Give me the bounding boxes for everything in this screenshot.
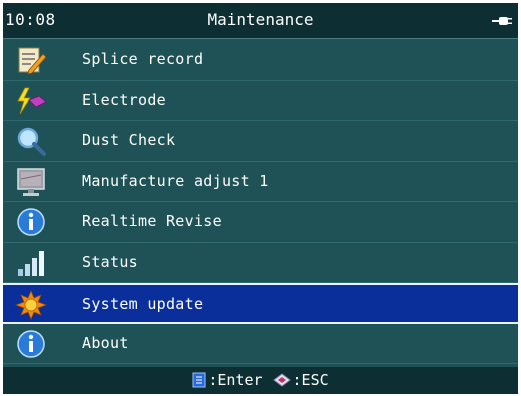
menu-item-label: Splice record: [82, 50, 204, 68]
enter-hint: :Enter: [208, 371, 263, 389]
page-title: Maintenance: [207, 10, 314, 29]
esc-key-icon: [272, 373, 291, 387]
gear-sun-icon: [15, 290, 47, 320]
info-icon: [17, 208, 45, 236]
menu-item-about[interactable]: About: [3, 323, 518, 364]
menu-item-electrode[interactable]: Electrode: [3, 80, 518, 121]
device-screen: 10:08 Maintenance Splice record Electrod…: [3, 3, 518, 394]
menu-item-dust-check[interactable]: Dust Check: [3, 121, 518, 162]
menu-item-label: Dust Check: [82, 131, 176, 149]
menu-item-label: About: [82, 333, 129, 352]
menu-item-status[interactable]: Status: [3, 242, 518, 283]
signal-bars-icon: [18, 250, 44, 276]
menu-item-manufacture-adjust[interactable]: Manufacture adjust 1: [3, 161, 518, 202]
enter-key-icon: [192, 372, 206, 388]
plug-icon: [492, 17, 512, 25]
status-bar: 10:08 Maintenance: [3, 3, 518, 39]
magnifier-icon: [17, 127, 46, 156]
menu-item-label: Realtime Revise: [82, 212, 222, 230]
esc-hint: :ESC: [292, 371, 329, 389]
key-hint-bar: :Enter :ESC: [3, 367, 518, 394]
lightning-electrode-icon: [17, 87, 47, 114]
menu-item-label: Electrode: [82, 90, 166, 109]
menu-item-label: Manufacture adjust 1: [82, 171, 269, 190]
menu-item-realtime-revise[interactable]: Realtime Revise: [3, 202, 518, 243]
info-icon: [17, 329, 45, 358]
menu-item-splice-record[interactable]: Splice record: [3, 40, 518, 81]
monitor-icon: [17, 167, 45, 196]
menu-item-system-update[interactable]: System update: [3, 283, 518, 324]
notepad-pencil-icon: [18, 47, 47, 75]
menu-item-label: Status: [82, 252, 138, 271]
maintenance-menu: Splice record Electrode Dust Check Manuf…: [3, 40, 518, 364]
menu-item-label: System update: [82, 295, 204, 313]
